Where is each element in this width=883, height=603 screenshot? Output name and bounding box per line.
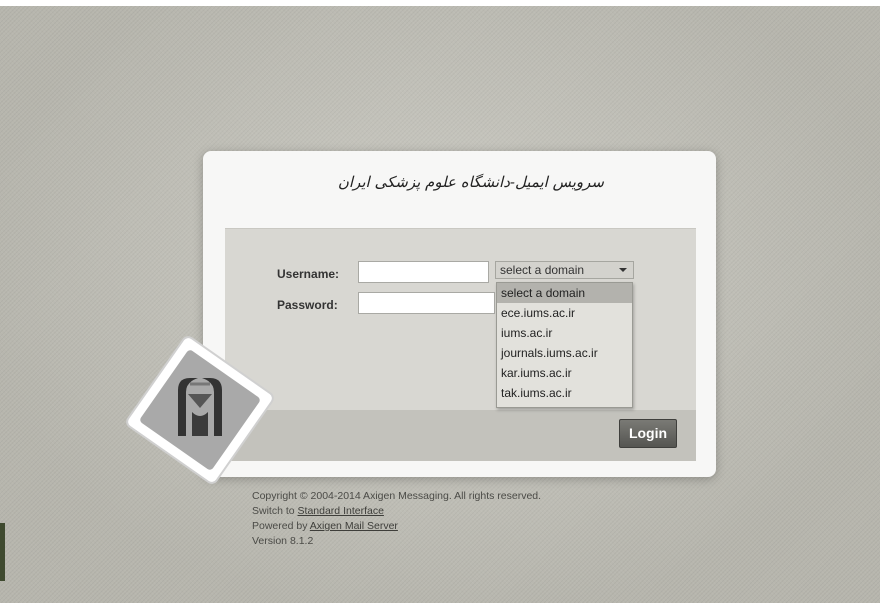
login-button[interactable]: Login <box>619 419 677 448</box>
domain-option[interactable]: journals.iums.ac.ir <box>497 343 632 363</box>
username-label: Username: <box>277 267 340 281</box>
domain-option[interactable]: kar.iums.ac.ir <box>497 363 632 383</box>
page-title: سرویس ایمیل-دانشگاه علوم پزشکی ایران <box>337 173 604 191</box>
password-label: Password: <box>277 298 338 312</box>
chevron-down-icon[interactable] <box>619 268 627 272</box>
password-input[interactable] <box>358 292 495 314</box>
username-input[interactable] <box>358 261 489 283</box>
domain-select[interactable]: select a domain <box>495 261 634 279</box>
powered-by-line: Powered by Axigen Mail Server <box>252 519 541 534</box>
version-text: Version 8.1.2 <box>252 535 314 547</box>
copyright-text: Copyright © 2004-2014 Axigen Messaging. … <box>252 490 542 502</box>
window-edge <box>0 523 5 581</box>
powered-prefix: Powered by <box>252 520 310 532</box>
domain-option[interactable]: iums.ac.ir <box>497 323 632 343</box>
domain-option[interactable]: tak.iums.ac.ir <box>497 383 632 403</box>
axigen-link[interactable]: Axigen Mail Server <box>310 520 398 532</box>
footer: Copyright © 2004-2014 Axigen Messaging. … <box>252 489 541 549</box>
login-card: سرویس ایمیل-دانشگاه علوم پزشکی ایران Use… <box>203 151 716 477</box>
domain-option[interactable]: ece.iums.ac.ir <box>497 303 632 323</box>
domain-select-value: select a domain <box>500 263 585 277</box>
domain-dropdown: select a domain ece.iums.ac.ir iums.ac.i… <box>496 282 633 408</box>
switch-interface-line: Switch to Standard Interface <box>252 504 541 519</box>
standard-interface-link[interactable]: Standard Interface <box>298 505 384 517</box>
domain-option[interactable]: select a domain <box>497 283 632 303</box>
switch-prefix: Switch to <box>252 505 298 517</box>
